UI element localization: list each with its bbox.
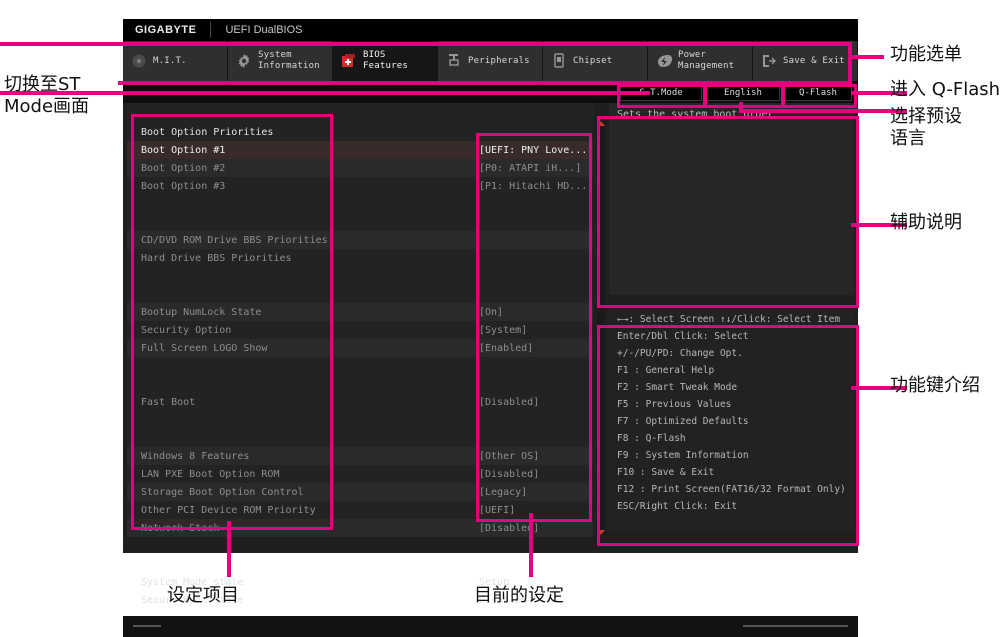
callout-box-keys: [597, 325, 859, 546]
exit-door-icon: [761, 53, 777, 69]
callout-leader-settings: [227, 521, 231, 577]
tab-peripherals[interactable]: Peripherals: [438, 41, 543, 81]
annotation-st-mode: 切换至ST Mode画面: [4, 74, 89, 118]
setting-row-spacer: [127, 537, 593, 555]
uefi-dualbios-label: UEFI DualBIOS: [225, 24, 302, 36]
annotation-settings: 设定项目: [167, 585, 239, 607]
callout-box-stmode: [617, 84, 707, 108]
setting-row-spacer: [127, 555, 593, 573]
chipset-icon: [551, 53, 567, 69]
function-key-hint: ←→: Select Screen ↑↓/Click: Select Item: [617, 314, 840, 325]
tab-label: Power Management: [678, 50, 734, 72]
callout-box-values: [476, 133, 592, 522]
bottom-bar-right-mark: [743, 625, 848, 627]
annotation-menu: 功能选单: [890, 44, 962, 66]
tab-save-exit[interactable]: Save & Exit: [753, 41, 858, 81]
tab-label: Peripherals: [468, 56, 530, 67]
bios-chip-icon: [341, 53, 357, 69]
tab-power-management[interactable]: Power Management: [648, 41, 753, 81]
callout-box-language: [703, 84, 785, 108]
callout-leader-values: [529, 513, 533, 577]
peripherals-icon: [446, 53, 462, 69]
tab-m-i-t[interactable]: M.I.T.: [123, 41, 228, 81]
callout-line-menu-top: [0, 42, 852, 46]
callout-box-qflash: [781, 84, 857, 108]
annotation-qflash: 进入 Q-Flash: [890, 79, 1000, 101]
bottom-bar-left-mark: [133, 625, 161, 627]
tab-label: Chipset: [573, 56, 612, 67]
gigabyte-logo: GIGABYTE: [123, 24, 196, 36]
annotation-help: 辅助说明: [890, 212, 962, 234]
callout-leader-menu: [852, 55, 884, 59]
callout-bracket-menu: [848, 42, 852, 85]
cpu-icon: [131, 53, 147, 69]
logo-divider: [210, 22, 211, 38]
callout-box-help: [597, 116, 859, 308]
callout-box-settings: [131, 114, 333, 530]
tab-label: Save & Exit: [783, 56, 845, 67]
tab-label: M.I.T.: [153, 56, 187, 67]
bios-nav-tabs: M.I.T. System Information BIOS Features Per…: [123, 41, 858, 81]
tab-label: BIOS Features: [363, 50, 408, 72]
callout-line-stmode: [0, 91, 650, 95]
annotation-values: 目前的设定: [474, 585, 564, 607]
tab-system-information[interactable]: System Information: [228, 41, 333, 81]
annotation-language: 选择预设 语言: [890, 106, 962, 150]
annotation-keys: 功能键介绍: [890, 375, 980, 397]
bios-bottom-bar: [123, 616, 858, 637]
callout-leader-language-h: [739, 109, 907, 113]
tab-chipset[interactable]: Chipset: [543, 41, 648, 81]
power-leaf-icon: [656, 53, 672, 69]
tab-bios-features[interactable]: BIOS Features: [333, 41, 438, 81]
bios-logo-bar: GIGABYTE UEFI DualBIOS: [123, 19, 858, 41]
tab-label: System Information: [258, 50, 320, 72]
gear-icon: [236, 53, 252, 69]
